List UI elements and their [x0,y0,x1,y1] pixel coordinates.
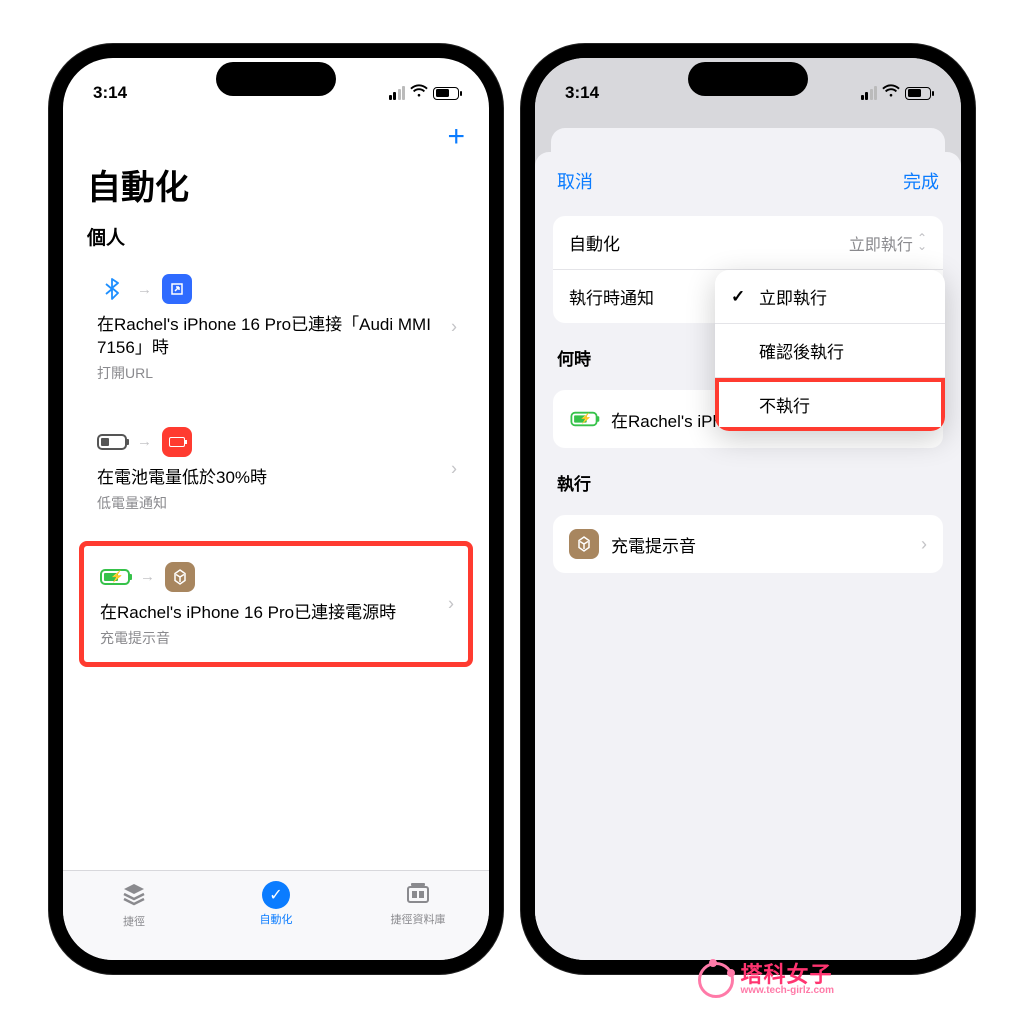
automation-card-charging[interactable]: ⚡ → 在Rachel's iPhone 16 Pro已連接電源時 充電提示音 … [79,541,473,667]
section-do: 執行 [535,448,961,501]
stack-icon [120,881,148,911]
chevron-right-icon: › [451,317,457,338]
watermark-url: www.tech-girlz.com [740,986,834,996]
battery-alert-icon [162,427,192,457]
dynamic-island [216,62,336,96]
phone-left: 3:14 + 自動化 個人 [49,44,503,974]
tab-gallery[interactable]: 捷徑資料庫 [368,881,468,927]
chevron-right-icon: › [451,458,457,479]
dynamic-island [688,62,808,96]
status-time: 3:14 [565,83,599,103]
up-down-icon: ⌃⌄ [917,235,927,249]
add-button[interactable]: + [447,120,465,154]
card-title: 在Rachel's iPhone 16 Pro已連接「Audi MMI 7156… [97,314,455,360]
bluetooth-icon [97,274,127,304]
battery-icon [433,87,459,100]
card-title: 在Rachel's iPhone 16 Pro已連接電源時 [100,602,452,625]
done-button[interactable]: 完成 [903,168,939,194]
row-notify[interactable]: 執行時通知 ✓ 立即執行 確認後執行 [553,269,943,323]
cellular-icon [861,86,878,100]
menu-do-not-run[interactable]: 不執行 [715,377,945,431]
menu-label: 立即執行 [759,284,827,309]
status-time: 3:14 [93,83,127,103]
chevron-right-icon: › [448,593,454,614]
check-circle-icon: ✓ [262,881,290,909]
battery-low-icon [97,434,127,450]
shortcut-icon [569,529,599,559]
row-label: 執行時通知 [569,284,654,309]
cancel-button[interactable]: 取消 [557,168,593,194]
battery-charging-icon: ⚡ [100,569,130,585]
wifi-icon [882,84,900,103]
watermark-text: 塔科女子 [740,964,834,986]
battery-charging-icon: ⚡ [571,412,598,426]
wifi-icon [410,84,428,103]
open-url-icon [162,274,192,304]
watermark-logo-icon [698,962,734,998]
card-subtitle: 打開URL [97,363,455,383]
menu-run-immediately[interactable]: ✓ 立即執行 [715,270,945,323]
menu-label: 確認後執行 [759,338,844,363]
automation-card-low-battery[interactable]: → 在電池電量低於30%時 低電量通知 › [81,411,471,527]
arrow-icon: → [140,568,155,585]
card-title: 在電池電量低於30%時 [97,467,455,490]
phone-right: 3:14 取消 完成 自動化 [521,44,975,974]
gallery-icon [405,881,431,909]
mode-popover: ✓ 立即執行 確認後執行 不執行 [715,270,945,431]
menu-confirm-then-run[interactable]: 確認後執行 [715,323,945,377]
arrow-icon: → [137,281,152,298]
automation-card-bluetooth[interactable]: → 在Rachel's iPhone 16 Pro已連接「Audi MMI 71… [81,258,471,397]
battery-icon [905,87,931,100]
menu-label: 不執行 [759,392,810,417]
row-do-action[interactable]: 充電提示音 › [553,515,943,573]
row-automation-mode[interactable]: 自動化 立即執行 ⌃⌄ [553,216,943,269]
tab-automation[interactable]: ✓ 自動化 [226,881,326,927]
edit-sheet: 取消 完成 自動化 立即執行 ⌃⌄ 執行時通知 [535,152,961,960]
tab-label: 捷徑 [123,913,145,929]
tab-bar: 捷徑 ✓ 自動化 捷徑資料庫 [63,870,489,960]
watermark: 塔科女子 www.tech-girlz.com [698,962,834,998]
row-value: 立即執行 [849,231,913,255]
tab-label: 自動化 [260,911,293,927]
arrow-icon: → [137,433,152,450]
shortcut-icon [165,562,195,592]
page-title: 自動化 [63,154,489,213]
card-subtitle: 充電提示音 [100,628,452,648]
section-header: 個人 [63,213,489,258]
tab-shortcuts[interactable]: 捷徑 [84,881,184,929]
check-icon: ✓ [731,287,749,307]
card-subtitle: 低電量通知 [97,493,455,513]
row-text: 充電提示音 [611,532,921,557]
row-label: 自動化 [569,230,620,255]
tab-label: 捷徑資料庫 [391,911,446,927]
chevron-right-icon: › [921,534,927,555]
cellular-icon [389,86,406,100]
